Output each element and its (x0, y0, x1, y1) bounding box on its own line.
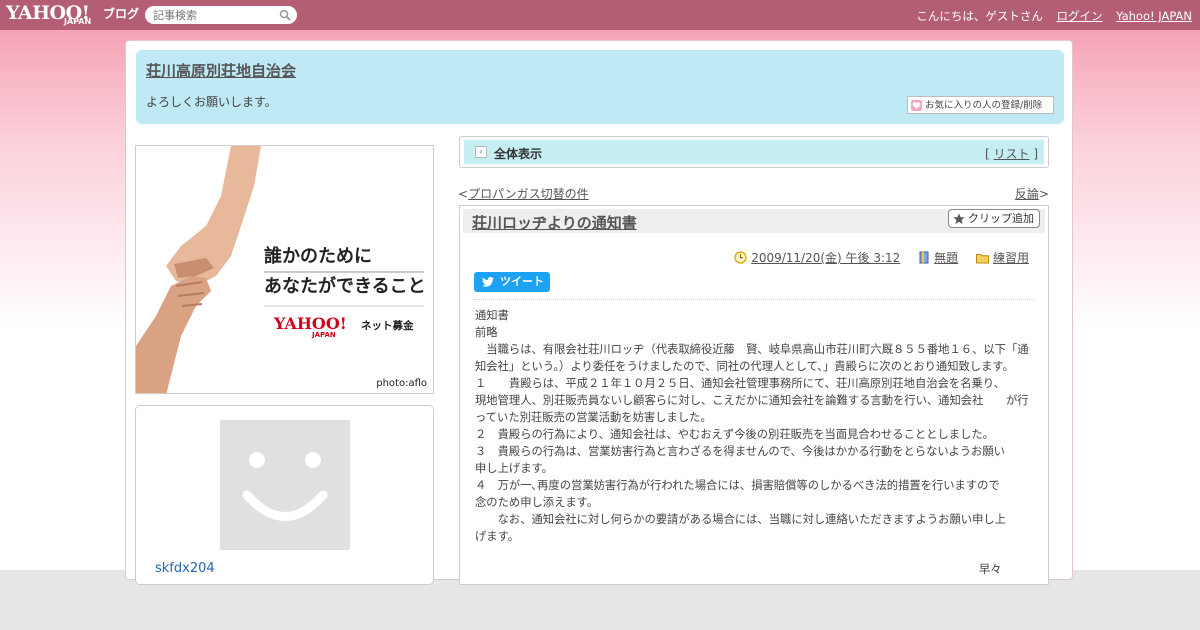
next-article-wrap: 反論> (1014, 187, 1049, 201)
article-paragraph: ４ 万が一､再度の営業妨害行為が行われた場合には、損害賠償等のしかるべき法的措置… (475, 479, 1023, 509)
article-tag-link[interactable]: 無題 (934, 251, 958, 265)
article-divider (474, 299, 1034, 300)
search-input[interactable] (145, 6, 283, 24)
prev-article-wrap: <プロパンガス切替の件 (458, 187, 589, 201)
handshake-image (136, 146, 424, 393)
blog-header: 荘川高原別荘地自治会 よろしくお願いします。 お気に入りの人の登録/削除 (136, 50, 1064, 124)
article-paragraph: ２ 貴殿らの行為により、通知会社は、やむおえず今後の別荘販売を当面見合わせること… (475, 428, 994, 441)
article-date-link[interactable]: 2009/11/20(金) 午後 3:12 (751, 251, 900, 265)
article: 荘川ロッヂよりの通知書 クリップ追加 2009/11/20(金) 午後 3:12… (459, 205, 1049, 585)
next-article-link[interactable]: 反論 (1015, 187, 1039, 201)
article-meta: 2009/11/20(金) 午後 3:12 無題 練習用 (720, 249, 1029, 266)
heart-icon (911, 100, 922, 111)
prev-article-link[interactable]: プロパンガス切替の件 (468, 187, 589, 201)
list-link-wrap: [ リスト ] (985, 145, 1038, 162)
view-all-label[interactable]: 全体表示 (494, 145, 542, 162)
top-nav: こんにちは、ゲストさん ログイン Yahoo! JAPAN (906, 8, 1192, 24)
clip-add-button[interactable]: クリップ追加 (948, 209, 1040, 228)
article-paragraph: 当職らは、有限会社荘川ロッヂ（代表取締役近藤 賢、岐阜県高山市荘川町六厩８５５番… (475, 343, 1029, 373)
ad-photo-credit: photo:aflo (376, 378, 427, 389)
profile-box: skfdx204 (135, 405, 434, 585)
clock-icon (734, 251, 747, 264)
yahoo-logo-sub: JAPAN (64, 17, 92, 26)
yahoo-japan-link[interactable]: Yahoo! JAPAN (1116, 9, 1192, 23)
list-bracket-close: ] (1029, 147, 1038, 161)
search-box (145, 6, 297, 24)
folder-icon (975, 254, 989, 264)
ad-line-2: あなたができること (264, 276, 426, 297)
ad-line-1: 誰かのために (264, 246, 372, 267)
login-link[interactable]: ログイン (1057, 9, 1103, 23)
article-title[interactable]: 荘川ロッヂよりの通知書 (472, 212, 637, 233)
article-paragraph: 前略 (475, 326, 498, 339)
profile-name[interactable]: skfdx204 (155, 561, 215, 576)
article-body: 通知書 前略 当職らは、有限会社荘川ロッヂ（代表取締役近藤 賢、岐阜県高山市荘川… (475, 307, 1033, 545)
article-closing: 早々 (979, 563, 1002, 576)
ad-yahoo-logo-sub: JAPAN (312, 331, 336, 339)
blog-description: よろしくお願いします。 (146, 95, 277, 109)
view-nav-bar: › 全体表示 [ リスト ] (459, 136, 1049, 168)
blog-title[interactable]: 荘川高原別荘地自治会 (146, 60, 296, 81)
article-header: 荘川ロッヂよりの通知書 クリップ追加 (463, 209, 1045, 233)
tweet-button[interactable]: ツイート (474, 272, 550, 292)
article-tag-item: 無題 (918, 249, 958, 266)
twitter-bird-icon (482, 277, 494, 287)
charity-ad-banner[interactable]: 誰かのために あなたができること YAHOO! JAPAN ネット募金 phot… (135, 145, 434, 394)
article-paragraph: 通知書 (475, 309, 509, 322)
top-bar: YAHOO! JAPAN ブログ こんにちは、ゲストさん ログイン Yahoo!… (0, 0, 1200, 30)
view-nav-bar-inner: › 全体表示 [ リスト ] (464, 140, 1044, 164)
article-category-link[interactable]: 練習用 (993, 251, 1029, 265)
avatar[interactable] (220, 420, 350, 550)
search-icon[interactable] (279, 9, 291, 21)
favorite-register-button[interactable]: お気に入りの人の登録/削除 (907, 96, 1054, 114)
chevron-right-icon: › (475, 146, 487, 158)
clip-add-label: クリップ追加 (968, 212, 1034, 225)
tweet-label: ツイート (500, 275, 544, 288)
blog-logo[interactable]: ブログ (103, 5, 139, 22)
favorite-register-label: お気に入りの人の登録/削除 (925, 100, 1043, 111)
article-date-item: 2009/11/20(金) 午後 3:12 (734, 249, 900, 266)
article-paragraph: なお、通知会社に対し何らかの要請がある場合には、当職に対し連絡いただきますようお… (475, 513, 1029, 543)
ad-subtitle: ネット募金 (361, 320, 414, 332)
article-paragraph: ３ 貴殿らの行為は、営業妨害行為と言わざるを得ませんので、今後はかかる行動をとら… (475, 445, 1028, 475)
star-icon (953, 213, 965, 224)
article-category-item: 練習用 (975, 249, 1029, 266)
book-icon (919, 251, 929, 264)
smiley-icon (242, 452, 328, 521)
list-link[interactable]: リスト (993, 147, 1029, 161)
greeting-text: こんにちは、ゲストさん (916, 9, 1043, 23)
article-paragraph: １ 貴殿らは、平成２１年１０月２５日、通知会社管理事務所にて、荘川高原別荘地自治… (475, 377, 1029, 424)
